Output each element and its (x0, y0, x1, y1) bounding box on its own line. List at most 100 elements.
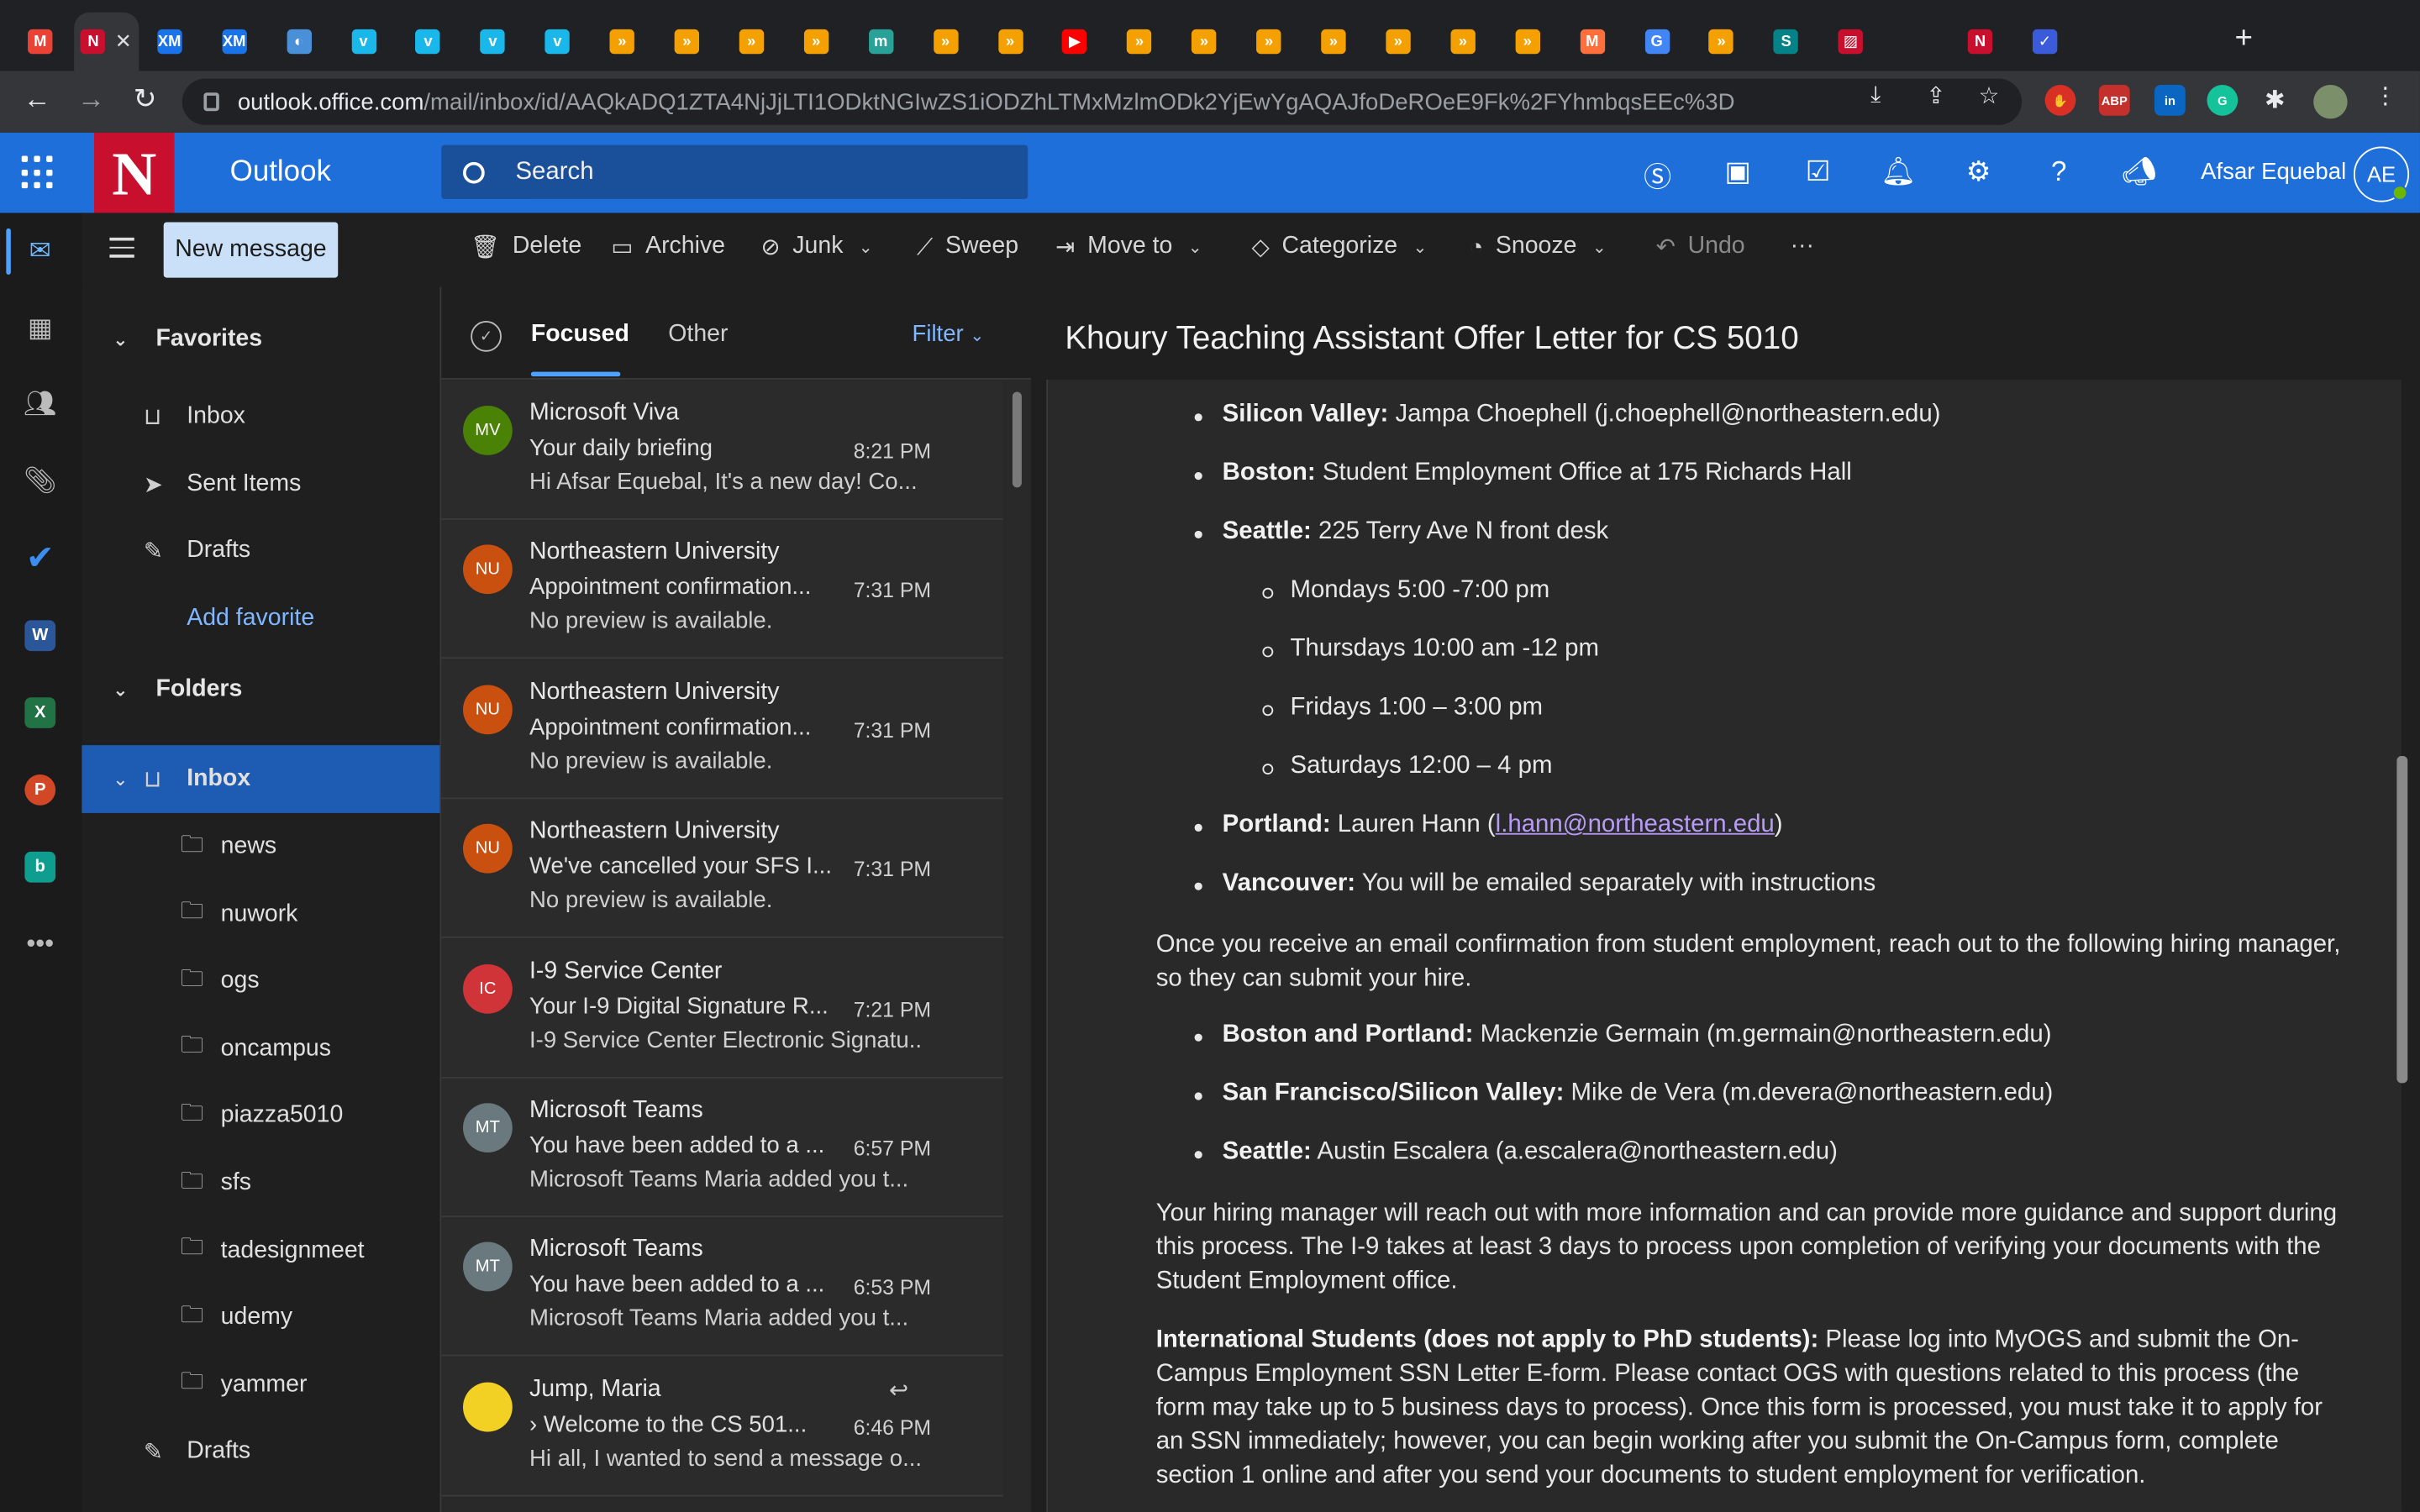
browser-tab[interactable]: XM (139, 13, 200, 71)
add-favorite-link[interactable]: Add favorite (82, 588, 439, 649)
categorize-button[interactable]: ◇ Categorize ⌄ (1252, 233, 1428, 260)
search-box[interactable] (441, 144, 1028, 199)
browser-tab[interactable]: m (850, 13, 911, 71)
delete-button[interactable]: 🗑︎ Delete (471, 233, 581, 260)
chevron-down-icon[interactable]: ⌄ (1592, 237, 1607, 257)
browser-tab[interactable]: » (1497, 13, 1558, 71)
forward-icon[interactable]: → (72, 83, 109, 116)
message-row[interactable]: NU Northeastern University We've cancelled… (441, 799, 1003, 939)
chevron-down-icon[interactable]: ⌄ (113, 769, 128, 790)
filter-button[interactable]: Filter ⌄ (912, 321, 984, 347)
email-link[interactable]: l.hann@northeastern.edu (1496, 811, 1775, 837)
browser-tab[interactable]: v (527, 13, 588, 71)
subfolder-item[interactable]: 🗀︎ sfs (82, 1152, 439, 1214)
folder-inbox[interactable]: ⌄ ⊔ Inbox (82, 745, 440, 813)
subfolder-item[interactable]: 🗀︎ ogs (82, 951, 439, 1012)
todo-check-icon[interactable]: ✔ (22, 538, 59, 577)
message-row[interactable]: MV Microsoft Viva Your daily briefing 8:21 … (441, 381, 1003, 520)
folders-header[interactable]: ⌄ Folders (82, 659, 439, 720)
browser-tab[interactable]: ▨ (1820, 13, 1881, 71)
close-tab-icon[interactable]: ✕ (115, 29, 132, 54)
message-row[interactable]: MT Microsoft Teams You have been added to … (441, 1078, 1003, 1218)
sweep-button[interactable]: ⟋ Sweep (917, 233, 1018, 260)
adblock-icon[interactable]: ABP (2098, 85, 2130, 116)
back-icon[interactable]: ← (18, 83, 55, 116)
message-row[interactable]: NU Northeastern University Appointment con… (441, 520, 1003, 659)
chevron-down-icon[interactable]: ⌄ (859, 237, 873, 257)
message-row[interactable]: IC I-9 Service Center Your I-9 Digital Sig… (441, 938, 1003, 1079)
message-list-scroll-thumb[interactable] (1012, 391, 1022, 488)
favorite-inbox[interactable]: ⊔ Inbox (82, 386, 439, 447)
teams-icon[interactable]: ▣ (1719, 156, 1756, 189)
browser-tab[interactable]: v (462, 13, 523, 71)
message-list-scrollbar[interactable] (1004, 379, 1033, 1512)
subfolder-item[interactable]: 🗀︎ nuwork (82, 884, 439, 945)
share-icon[interactable]: ⇪ (1926, 81, 1945, 109)
browser-tab[interactable]: M (9, 13, 71, 71)
profile-avatar[interactable] (2313, 85, 2348, 119)
move-to-button[interactable]: ⇥ Move to ⌄ (1055, 233, 1202, 260)
subfolder-item[interactable]: 🗀︎ tadesignmeet (82, 1220, 439, 1281)
message-row[interactable]: Jump, Maria › Welcome to the CS 501... 6:4… (441, 1357, 1003, 1497)
browser-menu-icon[interactable]: ⋮ (2374, 81, 2397, 109)
organization-logo[interactable]: N (94, 132, 175, 213)
search-input[interactable] (515, 158, 979, 186)
browser-tab[interactable]: G (1626, 13, 1687, 71)
browser-tab[interactable]: » (1173, 13, 1234, 71)
junk-button[interactable]: ⊘ Junk ⌄ (760, 233, 872, 260)
excel-icon[interactable]: X (22, 695, 59, 732)
browser-tab[interactable]: » (592, 13, 653, 71)
browser-tab[interactable]: ▶ (1044, 13, 1105, 71)
subfolder-item[interactable]: 🗀︎ piazza5010 (82, 1085, 439, 1147)
select-all-icon[interactable]: ✓ (471, 321, 502, 352)
grammarly-icon[interactable]: G (2207, 85, 2238, 116)
todo-icon[interactable]: ☑ (1800, 156, 1837, 189)
skype-icon[interactable]: Ⓢ (1639, 156, 1676, 197)
chevron-down-icon[interactable]: ⌄ (113, 679, 155, 701)
new-message-button[interactable]: New message (163, 222, 339, 278)
powerpoint-icon[interactable]: P (22, 771, 59, 808)
browser-tab[interactable]: » (721, 13, 782, 71)
linkedin-extension-icon[interactable]: in (2154, 85, 2186, 116)
browser-tab[interactable]: » (786, 13, 847, 71)
app-launcher-icon[interactable] (21, 155, 55, 190)
message-row[interactable]: MT Microsoft Teams You have been added to … (441, 1217, 1003, 1357)
folder-drafts[interactable]: ✎ Drafts (82, 1421, 439, 1483)
paperclip-icon[interactable]: 📎︎ (22, 463, 59, 500)
people-icon[interactable]: 👥︎ (22, 386, 59, 423)
browser-tab[interactable]: ✓ (2014, 13, 2075, 71)
archive-button[interactable]: ▭ Archive (611, 233, 725, 260)
hamburger-icon[interactable] (109, 237, 134, 263)
chevron-down-icon[interactable]: ⌄ (113, 328, 155, 350)
address-bar[interactable]: outlook.office.com/mail/inbox/id/AAQkADQ… (182, 78, 2023, 125)
subfolder-item[interactable]: 🗀︎ news (82, 816, 439, 878)
browser-tab[interactable]: v (397, 13, 459, 71)
browser-tab[interactable]: S (1755, 13, 1817, 71)
subfolder-item[interactable]: 🗀︎ oncampus (82, 1018, 439, 1079)
new-tab-button[interactable]: + (2235, 22, 2253, 57)
browser-tab[interactable]: » (914, 13, 976, 71)
tab-other[interactable]: Other (668, 321, 728, 349)
tab-focused[interactable]: Focused (531, 321, 629, 349)
bell-icon[interactable]: 🔔︎ (1880, 156, 1917, 189)
snooze-button[interactable]: ◔ Snooze ⌄ (1470, 233, 1607, 260)
browser-tab[interactable]: » (656, 13, 718, 71)
browser-tab[interactable]: » (1691, 13, 1752, 71)
feedback-icon[interactable]: 📣︎ (2121, 156, 2158, 189)
browser-tab[interactable]: » (1302, 13, 1364, 71)
user-name[interactable]: Afsar Equebal (2201, 159, 2346, 185)
browser-tab[interactable]: XM (203, 13, 265, 71)
app-title[interactable]: Outlook (230, 156, 331, 190)
calendar-icon[interactable]: ▦ (22, 310, 59, 347)
extensions-puzzle-icon[interactable]: ✱ (2260, 85, 2291, 116)
more-apps-icon[interactable]: ••• (22, 926, 59, 963)
browser-tab[interactable]: ◐ (268, 13, 329, 71)
favorite-sent-items[interactable]: ➤ Sent Items (82, 454, 439, 515)
message-row[interactable]: NU Northeastern University Appointment con… (441, 659, 1003, 800)
browser-tab[interactable]: » (1432, 13, 1493, 71)
subfolder-item[interactable]: 🗀︎ yammer (82, 1354, 439, 1415)
browser-tab[interactable]: v (333, 13, 394, 71)
browser-tab[interactable]: » (1108, 13, 1170, 71)
gear-icon[interactable]: ⚙ (1960, 156, 1997, 189)
word-icon[interactable]: W (22, 617, 59, 654)
